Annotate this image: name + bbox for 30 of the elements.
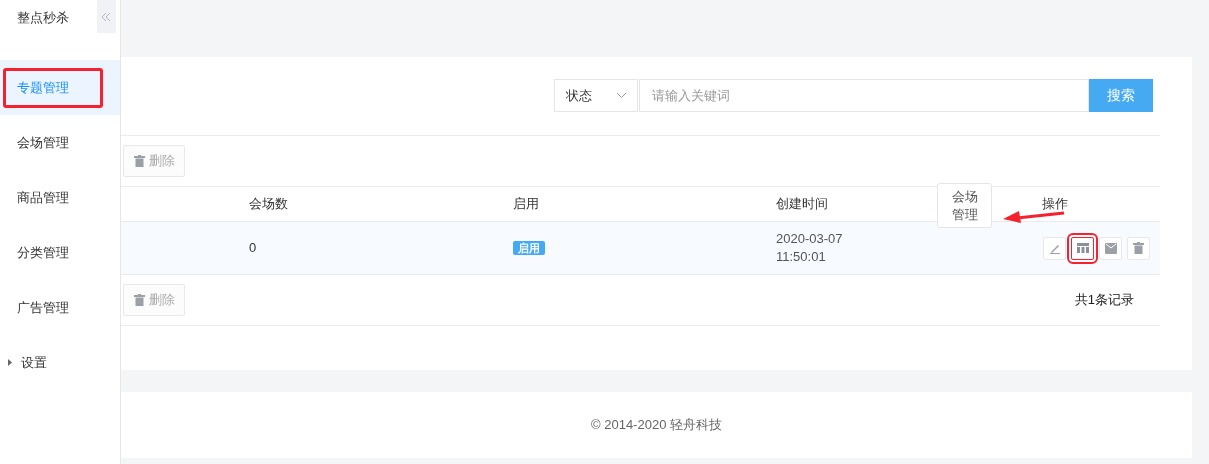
column-header: 启用 xyxy=(513,195,539,214)
collapse-button[interactable] xyxy=(97,0,116,33)
envelope-icon xyxy=(1104,242,1117,254)
sidebar-item[interactable]: 广告管理 xyxy=(0,280,120,335)
tooltip: 会场管理 xyxy=(937,183,992,228)
sidebar-item[interactable]: 商品管理 xyxy=(0,170,120,225)
trash-icon xyxy=(1133,242,1144,254)
table-cell: 2020-03-07 xyxy=(776,230,843,248)
status-tag: 启用 xyxy=(513,241,545,256)
table-icon xyxy=(1076,243,1089,253)
total-count: 共1条记录 xyxy=(1074,291,1134,310)
caret-right-icon xyxy=(8,359,12,366)
sidebar-item[interactable]: 分类管理 xyxy=(0,225,120,280)
column-header: 创建时间 xyxy=(776,195,828,214)
status-select[interactable]: 状态 xyxy=(554,79,638,112)
table-cell-text: 0 xyxy=(249,239,257,258)
column-header: 会场数 xyxy=(249,195,288,214)
pencil-icon xyxy=(1048,242,1061,254)
copyright-text: © 2014-2020 轻舟科技 xyxy=(591,416,722,435)
column-header: 操作 xyxy=(1042,195,1068,214)
table-cell: 11:50:01 xyxy=(776,248,826,266)
trash-icon xyxy=(133,155,145,167)
chevron-down-icon xyxy=(617,93,626,98)
sidebar-item[interactable]: 会场管理 xyxy=(0,115,120,170)
sidebar-item[interactable]: 设置 xyxy=(0,335,120,390)
double-chevron-left-icon xyxy=(102,12,111,21)
trash-icon xyxy=(133,294,145,306)
search-field[interactable]: 请输入关键词 xyxy=(639,79,1089,112)
sidebar-item[interactable]: 整点秒杀 xyxy=(0,0,120,45)
arrow xyxy=(1003,208,1065,224)
